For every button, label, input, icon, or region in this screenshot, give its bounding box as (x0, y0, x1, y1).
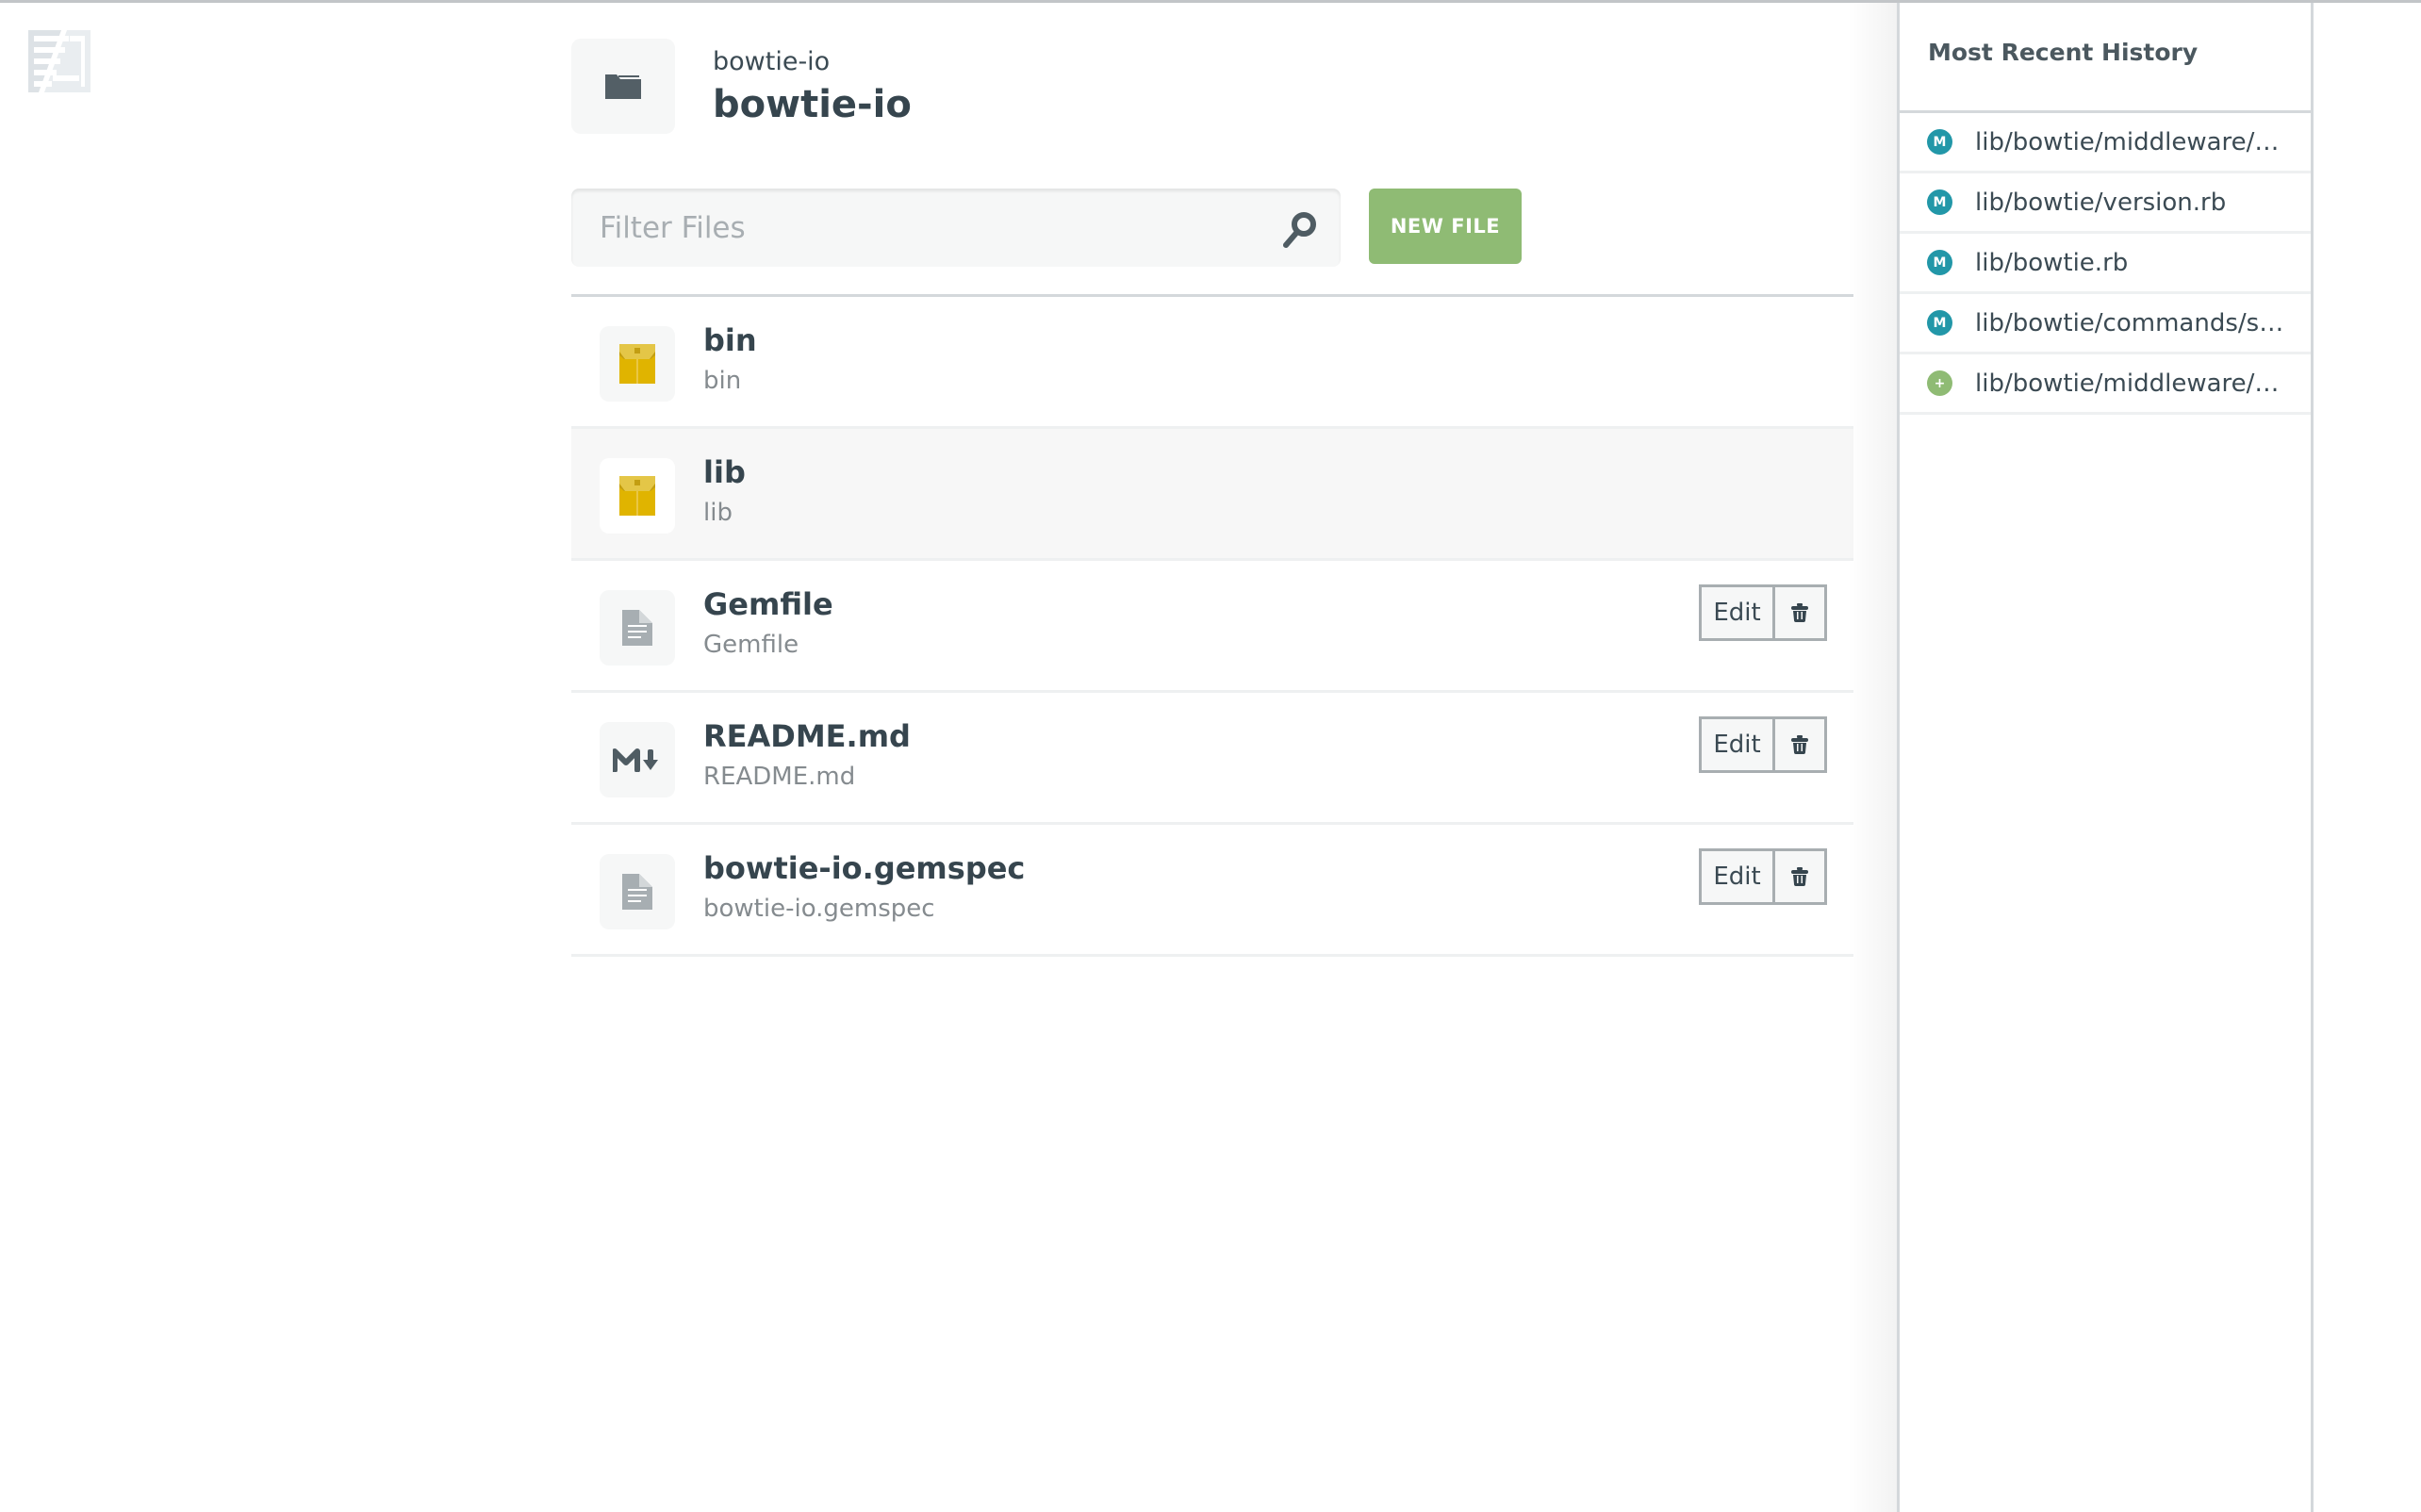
history-item-label: lib/bowtie/version.rb (1975, 188, 2227, 217)
file-row-bin[interactable]: bin bin (571, 297, 1853, 429)
file-path: Gemfile (703, 631, 799, 659)
file-row-gemspec[interactable]: bowtie-io.gemspec bowtie-io.gemspec Edit (571, 825, 1853, 957)
history-item[interactable]: M lib/bowtie/commands/se... (1900, 294, 2311, 354)
history-item-label: lib/bowtie.rb (1975, 248, 2129, 277)
file-name[interactable]: bin (703, 321, 757, 359)
document-icon (622, 874, 652, 910)
file-name[interactable]: Gemfile (703, 585, 833, 623)
page-title: bowtie-io (713, 82, 912, 126)
folder-icon (605, 74, 641, 99)
file-list: bin bin lib lib Gemfile Gemfile Edit REA… (571, 294, 1853, 957)
modified-badge-icon: M (1927, 189, 1952, 215)
delete-button[interactable] (1775, 587, 1824, 638)
document-icon (622, 610, 652, 646)
file-row-lib[interactable]: lib lib (571, 429, 1853, 561)
markdown-icon (613, 748, 658, 772)
file-path: bowtie-io.gemspec (703, 895, 935, 923)
folder-icon-box (571, 39, 675, 134)
package-folder-icon (619, 344, 655, 384)
delete-button[interactable] (1775, 851, 1824, 902)
new-file-button[interactable]: NEW FILE (1369, 189, 1522, 264)
modified-badge-icon: M (1927, 310, 1952, 336)
file-name[interactable]: README.md (703, 717, 911, 755)
breadcrumb[interactable]: bowtie-io (713, 46, 912, 78)
sidebar-title: Most Recent History (1928, 38, 2199, 66)
edit-button[interactable]: Edit (1702, 587, 1775, 638)
page-header: bowtie-io bowtie-io (571, 39, 912, 134)
delete-button[interactable] (1775, 719, 1824, 770)
added-badge-icon: + (1927, 370, 1952, 396)
file-actions: Edit (1699, 848, 1827, 905)
file-actions: Edit (1699, 584, 1827, 641)
sidebar-shadow (1848, 3, 1898, 1512)
modified-badge-icon: M (1927, 250, 1952, 275)
edit-button[interactable]: Edit (1702, 851, 1775, 902)
file-name[interactable]: lib (703, 453, 746, 491)
filter-files-field (571, 189, 1341, 267)
file-path: bin (703, 367, 742, 395)
history-item[interactable]: M lib/bowtie/middleware/p... (1900, 113, 2311, 173)
history-item-label: lib/bowtie/commands/se... (1975, 308, 2286, 337)
file-path: README.md (703, 763, 856, 791)
sidebar-header: Most Recent History (1900, 3, 2311, 113)
filter-files-input[interactable] (571, 189, 1250, 267)
history-item[interactable]: + lib/bowtie/middleware/n... (1900, 354, 2311, 415)
history-item-label: lib/bowtie/middleware/n... (1975, 369, 2286, 398)
file-path: lib (703, 499, 733, 527)
app-logo-icon[interactable] (28, 30, 91, 92)
history-item[interactable]: M lib/bowtie.rb (1900, 234, 2311, 294)
search-icon[interactable] (1280, 209, 1320, 249)
history-sidebar: Most Recent History M lib/bowtie/middlew… (1897, 3, 2314, 1512)
modified-badge-icon: M (1927, 129, 1952, 155)
trash-icon (1791, 735, 1808, 754)
file-actions: Edit (1699, 716, 1827, 773)
file-row-readme[interactable]: README.md README.md Edit (571, 693, 1853, 825)
trash-icon (1791, 867, 1808, 886)
file-row-gemfile[interactable]: Gemfile Gemfile Edit (571, 561, 1853, 693)
trash-icon (1791, 603, 1808, 622)
edit-button[interactable]: Edit (1702, 719, 1775, 770)
history-item[interactable]: M lib/bowtie/version.rb (1900, 173, 2311, 234)
package-folder-icon (619, 476, 655, 516)
history-item-label: lib/bowtie/middleware/p... (1975, 127, 2286, 156)
file-name[interactable]: bowtie-io.gemspec (703, 849, 1025, 887)
